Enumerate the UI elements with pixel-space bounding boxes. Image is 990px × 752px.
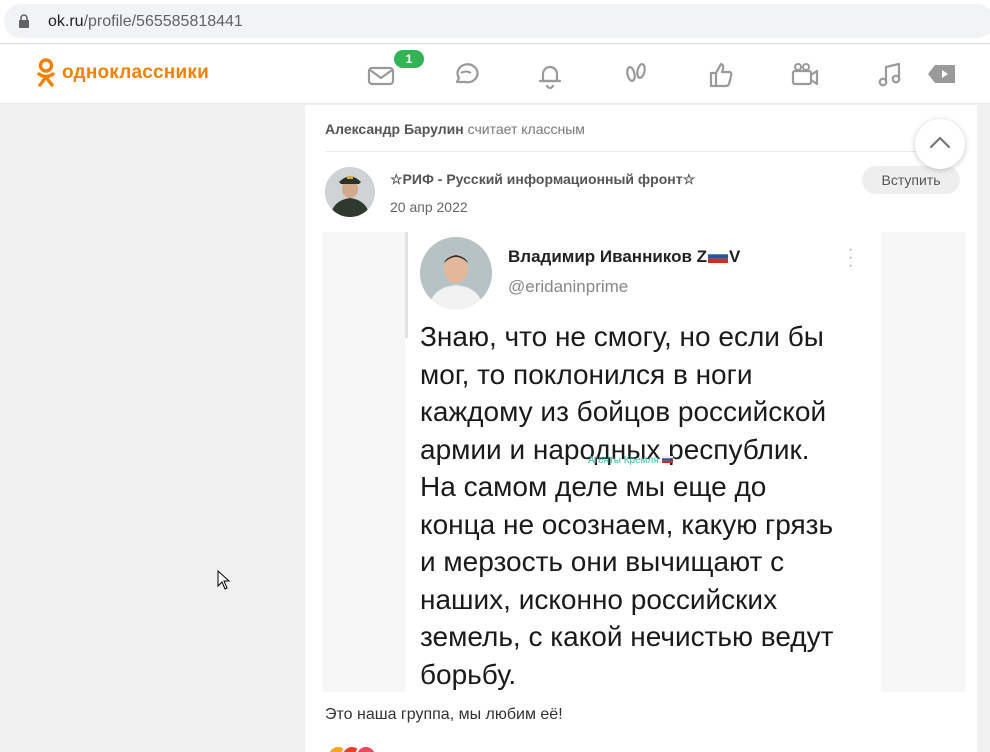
url-field[interactable]: ok.ru/profile/565585818441 [4,4,990,38]
guests-icon[interactable] [621,60,651,90]
tweet-text-line: На самом деле мы еще до [420,471,767,502]
lock-icon [19,14,29,28]
video-play-icon[interactable] [926,60,956,90]
russian-flag-icon [708,250,729,263]
mouse-cursor-icon [217,570,231,590]
post-caption: Это наша группа, мы любим её! [325,706,563,723]
post-date[interactable]: 20 апр 2022 [390,199,468,215]
tweet-author-name: Владимир Иванников ZV [508,247,741,266]
divider [325,151,965,152]
group-avatar[interactable] [325,167,375,217]
activity-text: считает классным [467,121,585,137]
discussions-icon[interactable] [451,60,481,90]
feed-card: Александр Барулин считает классным ☆РИФ … [305,105,977,752]
video-icon[interactable] [790,60,820,90]
ok-logo-icon [37,58,55,87]
notifications-icon[interactable] [535,60,565,90]
tweet-text-line: борьбу. [420,658,517,690]
logo-text: одноклассники [62,62,209,83]
scroll-top-button[interactable] [915,119,965,169]
tweet-text-line: Знаю, что не смогу, но если бы [420,321,824,352]
watermark: Агенты Кремля [588,455,673,466]
post-image[interactable]: Владимир Иванников ZV @eridaninprime · · ·… [323,232,965,692]
watermark-flag-icon [661,456,673,463]
browser-address-bar: ok.ru/profile/565585818441 [0,0,990,44]
left-column [0,105,305,752]
activity-line: Александр Барулин считает классным [325,121,585,137]
tweet-text-line: каждому из бойцов российской [420,396,827,427]
tweet-author-handle: @eridaninprime [508,277,629,296]
tweet-screenshot: Владимир Иванников ZV @eridaninprime · · ·… [405,232,881,692]
more-dots-icon: · · · [848,241,854,274]
group-name-link[interactable]: ☆РИФ - Русский информационный фронт☆ [390,171,695,188]
site-logo[interactable]: одноклассники [36,58,209,88]
likes-icon[interactable] [706,60,736,90]
join-button[interactable]: Вступить [862,166,960,194]
messages-badge: 1 [394,50,424,68]
music-icon[interactable] [875,60,905,90]
chevron-up-icon [929,136,951,149]
tweet-text: Знаю, что не смогу, но если бы мог, то п… [420,318,872,692]
tweet-author-avatar [420,237,492,309]
tweet-text-line: земель, с какой нечистью ведут [420,621,834,652]
url-text: ok.ru/profile/565585818441 [48,13,243,30]
tweet-text-line: конца не осознаем, какую грязь [420,508,834,540]
site-header: одноклассники 1 [0,44,990,104]
tweet-text-line: наших, исконно российских [420,583,778,615]
activity-user-link[interactable]: Александр Барулин [325,121,464,137]
thread-line [405,232,408,338]
tweet-text-line: и мерзость они вычищают с [420,546,785,577]
messages-icon[interactable] [366,60,396,90]
reactions[interactable] [327,745,377,752]
tweet-text-line: мог, то поклонился в ноги [420,358,753,390]
